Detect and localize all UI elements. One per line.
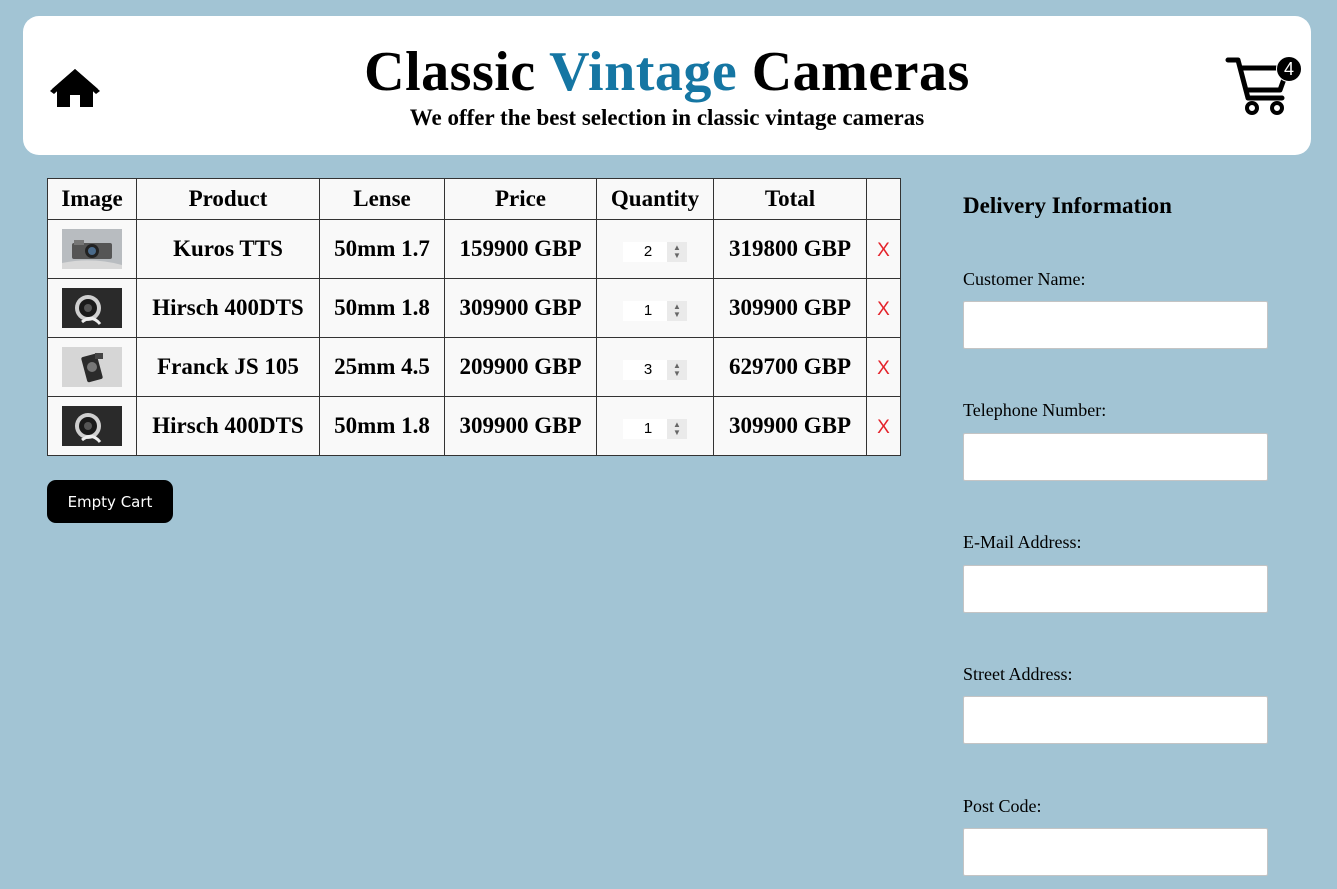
product-lense: 50mm 1.8 bbox=[319, 396, 445, 456]
product-total: 309900 GBP bbox=[713, 396, 867, 456]
product-price: 309900 GBP bbox=[444, 396, 597, 456]
quantity-stepper[interactable]: 3 ▲ ▼ bbox=[623, 359, 687, 380]
product-image bbox=[62, 229, 122, 269]
product-image-cell bbox=[47, 278, 137, 338]
product-total: 629700 GBP bbox=[713, 337, 867, 397]
spinner-arrows-icon[interactable]: ▲ ▼ bbox=[667, 241, 687, 262]
site-title: Classic Vintage Cameras bbox=[23, 40, 1311, 104]
table-row: Kuros TTS 50mm 1.7 159900 GBP 2 ▲ ▼ 31980… bbox=[47, 219, 901, 279]
table-row: Hirsch 400DTS 50mm 1.8 309900 GBP 1 ▲ ▼ 3… bbox=[47, 396, 901, 456]
email-label: E-Mail Address: bbox=[963, 532, 1082, 552]
remove-item-button[interactable]: X bbox=[875, 299, 892, 320]
quantity-stepper[interactable]: 2 ▲ ▼ bbox=[623, 241, 687, 262]
column-header-total: Total bbox=[713, 178, 867, 220]
product-name: Hirsch 400DTS bbox=[136, 278, 320, 338]
product-name: Franck JS 105 bbox=[136, 337, 320, 397]
remove-item-button[interactable]: X bbox=[875, 417, 892, 438]
quantity-value: 3 bbox=[643, 361, 653, 378]
table-row: Franck JS 105 25mm 4.5 209900 GBP 3 ▲ ▼ 6… bbox=[47, 337, 901, 397]
table-row: Hirsch 400DTS 50mm 1.8 309900 GBP 1 ▲ ▼ 3… bbox=[47, 278, 901, 338]
cart-table: Image Product Lense Price Quantity Total… bbox=[47, 178, 901, 456]
title-part-1: Classic bbox=[364, 41, 550, 103]
customer-name-label: Customer Name: bbox=[963, 269, 1086, 289]
remove-item-button[interactable]: X bbox=[875, 240, 892, 261]
delivery-heading: Delivery Information bbox=[963, 193, 1172, 218]
column-header-remove bbox=[866, 178, 901, 220]
product-lense: 50mm 1.7 bbox=[319, 219, 445, 279]
quantity-cell: 2 ▲ ▼ bbox=[596, 219, 714, 279]
remove-cell: X bbox=[866, 337, 901, 397]
table-header-row: Image Product Lense Price Quantity Total bbox=[47, 178, 901, 220]
remove-cell: X bbox=[866, 278, 901, 338]
delivery-form: Delivery Information Customer Name: Tele… bbox=[963, 192, 1270, 876]
product-image bbox=[62, 347, 122, 387]
column-header-product: Product bbox=[136, 178, 320, 220]
customer-name-field[interactable] bbox=[963, 301, 1268, 349]
spinner-arrows-icon[interactable]: ▲ ▼ bbox=[667, 418, 687, 439]
telephone-field[interactable] bbox=[963, 433, 1268, 481]
site-subtitle: We offer the best selection in classic v… bbox=[409, 105, 925, 130]
remove-item-button[interactable]: X bbox=[875, 358, 892, 379]
post-code-label: Post Code: bbox=[963, 796, 1042, 816]
column-header-quantity: Quantity bbox=[596, 178, 714, 220]
spinner-arrows-icon[interactable]: ▲ ▼ bbox=[667, 359, 687, 380]
quantity-stepper[interactable]: 1 ▲ ▼ bbox=[623, 418, 687, 439]
product-price: 309900 GBP bbox=[444, 278, 597, 338]
quantity-cell: 1 ▲ ▼ bbox=[596, 278, 714, 338]
quantity-value: 2 bbox=[643, 243, 653, 260]
email-field[interactable] bbox=[963, 565, 1268, 613]
product-total: 319800 GBP bbox=[713, 219, 867, 279]
column-header-lense: Lense bbox=[319, 178, 445, 220]
quantity-cell: 1 ▲ ▼ bbox=[596, 396, 714, 456]
cart-count-badge: 4 bbox=[1276, 56, 1302, 82]
quantity-value: 1 bbox=[643, 302, 653, 319]
post-code-field[interactable] bbox=[963, 828, 1268, 876]
title-accent: Vintage bbox=[549, 41, 738, 103]
site-header: Classic Vintage Cameras We offer the bes… bbox=[23, 16, 1311, 155]
product-image bbox=[62, 288, 122, 328]
quantity-stepper[interactable]: 1 ▲ ▼ bbox=[623, 300, 687, 321]
title-part-2: Cameras bbox=[737, 41, 970, 103]
product-price: 159900 GBP bbox=[444, 219, 597, 279]
telephone-label: Telephone Number: bbox=[963, 400, 1107, 420]
product-image-cell bbox=[47, 396, 137, 456]
product-image bbox=[62, 406, 122, 446]
product-lense: 50mm 1.8 bbox=[319, 278, 445, 338]
quantity-cell: 3 ▲ ▼ bbox=[596, 337, 714, 397]
product-lense: 25mm 4.5 bbox=[319, 337, 445, 397]
street-address-field[interactable] bbox=[963, 696, 1268, 744]
empty-cart-button[interactable]: Empty Cart bbox=[47, 480, 173, 523]
street-address-label: Street Address: bbox=[963, 664, 1073, 684]
product-image-cell bbox=[47, 219, 137, 279]
product-price: 209900 GBP bbox=[444, 337, 597, 397]
remove-cell: X bbox=[866, 219, 901, 279]
column-header-price: Price bbox=[444, 178, 597, 220]
product-total: 309900 GBP bbox=[713, 278, 867, 338]
product-name: Hirsch 400DTS bbox=[136, 396, 320, 456]
product-image-cell bbox=[47, 337, 137, 397]
quantity-value: 1 bbox=[643, 420, 653, 437]
spinner-arrows-icon[interactable]: ▲ ▼ bbox=[667, 300, 687, 321]
product-name: Kuros TTS bbox=[136, 219, 320, 279]
remove-cell: X bbox=[866, 396, 901, 456]
column-header-image: Image bbox=[47, 178, 137, 220]
cart-button[interactable]: 4 bbox=[1224, 54, 1302, 118]
